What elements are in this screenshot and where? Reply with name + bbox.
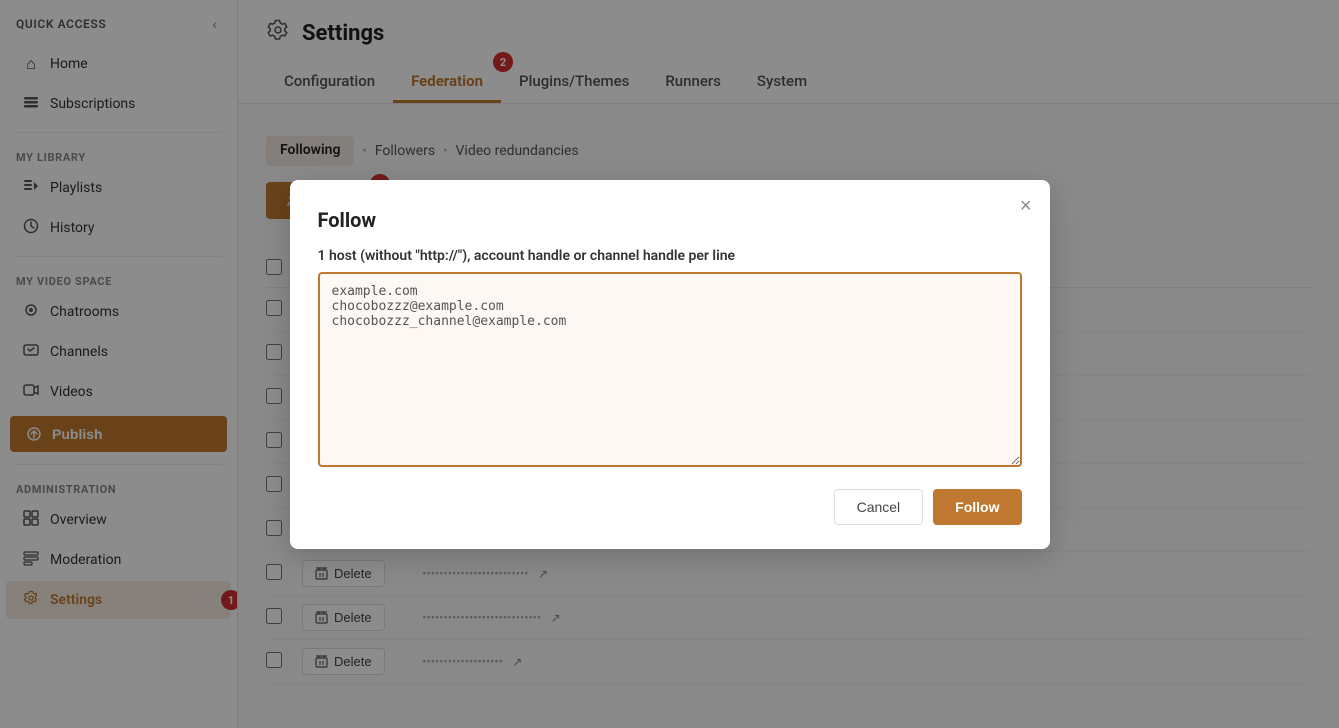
modal-title: Follow [318,208,1022,232]
modal-close-button[interactable]: × [1020,196,1032,216]
modal-footer: Cancel Follow [318,489,1022,525]
modal-overlay[interactable]: × Follow 1 host (without "http://"), acc… [0,0,1339,728]
modal-description: 1 host (without "http://"), account hand… [318,248,1022,264]
modal-follow-button[interactable]: Follow [933,489,1021,525]
modal-hosts-textarea[interactable]: example.com chocobozzz@example.com choco… [318,272,1022,467]
follow-modal: × Follow 1 host (without "http://"), acc… [290,180,1050,549]
cancel-button[interactable]: Cancel [834,489,924,525]
